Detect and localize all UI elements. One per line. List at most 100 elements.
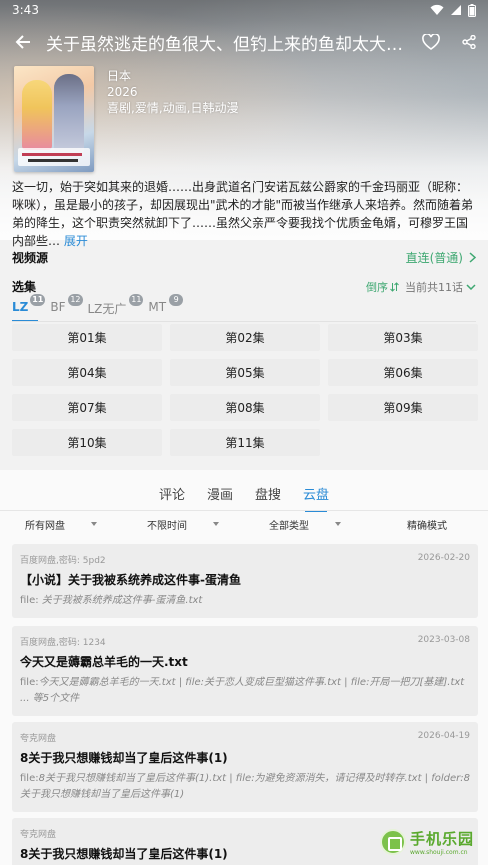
episodes-label: 选集	[12, 280, 37, 294]
video-source-value: 直连(普通)	[405, 251, 463, 265]
episode-button[interactable]: 第01集	[12, 324, 162, 351]
episode-source-tab-label: MT	[148, 300, 167, 314]
main-tab[interactable]: 评论	[159, 476, 185, 508]
episode-count-badge: 9	[169, 294, 184, 306]
episode-button[interactable]: 第04集	[12, 359, 162, 386]
result-files: file: 关于我被系统养成这件事-蛋清鱼.txt	[20, 593, 470, 609]
filter-label: 不限时间	[147, 520, 187, 532]
episode-count-badge: 12	[68, 294, 83, 306]
dropdown-arrow-icon	[91, 522, 97, 526]
episode-count: 当前共11话	[405, 280, 463, 294]
episode-button[interactable]: 第06集	[328, 359, 478, 386]
filter-bar: 所有网盘 不限时间 全部类型 精确模式	[0, 510, 488, 538]
episode-source-tab[interactable]: LZ无广 11	[87, 294, 144, 320]
episode-button[interactable]: 第07集	[12, 394, 162, 421]
filter-label: 全部类型	[269, 520, 309, 532]
result-date: 2026-02-20	[417, 553, 470, 563]
result-source: 百度网盘,密码: 5pd2	[20, 556, 106, 566]
result-card[interactable]: 夸克网盘 2026-04-19 8关于我只想赚钱却当了皇后这件事(1) file:8关…	[12, 722, 478, 812]
result-file-prefix: file:	[20, 595, 42, 606]
battery-icon	[468, 3, 476, 17]
episode-button[interactable]: 第05集	[170, 359, 320, 386]
episode-source-tab[interactable]: MT 9	[148, 294, 184, 320]
result-files: file:今天又是薅霸总羊毛的一天.txt | file:关于恋人变成巨型猫这件…	[20, 675, 470, 707]
watermark-text: 手机乐园	[410, 830, 475, 848]
result-file-list: 今天又是薅霸总羊毛的一天.txt | file:关于恋人变成巨型猫这件事.txt…	[20, 677, 465, 704]
year: 2026	[107, 85, 138, 99]
favorite-button[interactable]	[412, 26, 450, 58]
result-source: 夸克网盘	[20, 734, 57, 744]
dropdown-arrow-icon	[213, 522, 219, 526]
order-toggle[interactable]: 倒序	[366, 279, 399, 295]
episode-count-badge: 11	[30, 294, 46, 306]
wifi-icon	[430, 4, 444, 15]
result-title: 【小说】关于我被系统养成这件事-蛋清鱼	[20, 573, 241, 587]
episode-count-badge: 11	[129, 294, 144, 306]
episode-button[interactable]: 第11集	[170, 429, 320, 456]
signal-icon	[451, 5, 461, 15]
filter-dropdown[interactable]: 精确模式	[366, 510, 488, 538]
back-button[interactable]	[0, 26, 46, 58]
app-bar: 关于虽然逃走的鱼很大、但钓上来的鱼却太大了的那件事	[0, 26, 488, 58]
filter-dropdown[interactable]: 全部类型	[244, 510, 366, 538]
video-source-selector[interactable]: 直连(普通)	[406, 249, 476, 266]
episode-source-tab-label: BF	[50, 300, 66, 314]
episode-source-tab[interactable]: BF 12	[50, 294, 83, 320]
status-bar: 3:43	[0, 0, 488, 20]
result-card[interactable]: 百度网盘,密码: 1234 2023-03-08 今天又是薅霸总羊毛的一天.txt f…	[12, 626, 478, 716]
region: 日本	[107, 69, 132, 83]
episode-source-tab-label: LZ	[12, 300, 29, 314]
main-tab[interactable]: 云盘	[303, 476, 329, 512]
status-time: 3:43	[12, 3, 39, 17]
result-file-list: 关于我被系统养成这件事-蛋清鱼.txt	[41, 595, 203, 606]
main-tab[interactable]: 漫画	[207, 476, 233, 508]
description: 这一切，始于突如其来的退婚……出身武道名门安诺瓦兹公爵家的千金玛丽亚（昵称：咪咪…	[12, 178, 478, 250]
divider	[12, 321, 476, 322]
share-button[interactable]	[450, 26, 488, 58]
result-source: 百度网盘,密码: 1234	[20, 638, 106, 648]
result-date: 2026-04-19	[417, 731, 470, 741]
page-title: 关于虽然逃走的鱼很大、但钓上来的鱼却太大了的那件事	[46, 34, 412, 55]
episode-button[interactable]: 第03集	[328, 324, 478, 351]
genres: 喜剧,爱情,动画,日韩动漫	[107, 101, 239, 115]
expand-link[interactable]: 展开	[64, 234, 88, 248]
anime-meta: 日本 2026 喜剧,爱情,动画,日韩动漫	[107, 68, 238, 116]
share-icon	[462, 35, 476, 49]
cover-logo	[18, 148, 90, 166]
result-title: 今天又是薅霸总羊毛的一天.txt	[20, 655, 188, 669]
chevron-right-icon	[469, 252, 476, 263]
episode-source-tab-label: LZ无广	[87, 302, 127, 316]
episode-button[interactable]: 第08集	[170, 394, 320, 421]
main-tab[interactable]: 盘搜	[255, 476, 281, 508]
episode-button[interactable]: 第02集	[170, 324, 320, 351]
episode-count-selector[interactable]: 当前共11话	[405, 279, 476, 295]
result-file-prefix: file:	[20, 677, 39, 688]
result-card[interactable]: 百度网盘,密码: 5pd2 2026-02-20 【小说】关于我被系统养成这件事-蛋…	[12, 544, 478, 618]
cover-image[interactable]	[14, 66, 94, 172]
heart-outline-icon	[422, 34, 440, 50]
episode-grid: 第01集 第02集 第03集第04集 第05集 第06集第07集 第08集 第09集第10集…	[12, 324, 478, 456]
main-tabs: 评论 漫画 盘搜 云盘	[0, 476, 488, 512]
result-source: 夸克网盘	[20, 830, 57, 840]
episodes-row: 选集 倒序 当前共11话	[12, 278, 476, 295]
result-title: 8关于我只想赚钱却当了皇后这件事(1)	[20, 751, 228, 765]
watermark-icon	[380, 829, 406, 855]
filter-dropdown[interactable]: 不限时间	[122, 510, 244, 538]
arrow-back-icon	[15, 35, 30, 49]
filter-label: 所有网盘	[25, 520, 65, 532]
watermark-logo: 手机乐园 www.shouji.com.cn	[380, 826, 482, 858]
result-file-prefix: file:	[20, 773, 39, 784]
filter-dropdown[interactable]: 所有网盘	[0, 510, 122, 538]
episode-source-tab[interactable]: LZ 11	[12, 294, 46, 322]
video-source-row: 视频源 直连(普通)	[12, 249, 476, 266]
result-files: file:8关于我只想赚钱却当了皇后这件事(1).txt | file:为避免资…	[20, 771, 470, 803]
order-label: 倒序	[366, 280, 388, 294]
video-source-label: 视频源	[12, 251, 49, 265]
result-date: 2023-03-08	[417, 635, 470, 645]
filter-label: 精确模式	[407, 520, 447, 532]
episode-button[interactable]: 第09集	[328, 394, 478, 421]
chevron-down-icon	[466, 283, 476, 290]
episode-button[interactable]: 第10集	[12, 429, 162, 456]
dropdown-arrow-icon	[335, 522, 341, 526]
episode-source-tabs: LZ 11 BF 12 LZ无广 11 MT 9	[12, 294, 184, 322]
